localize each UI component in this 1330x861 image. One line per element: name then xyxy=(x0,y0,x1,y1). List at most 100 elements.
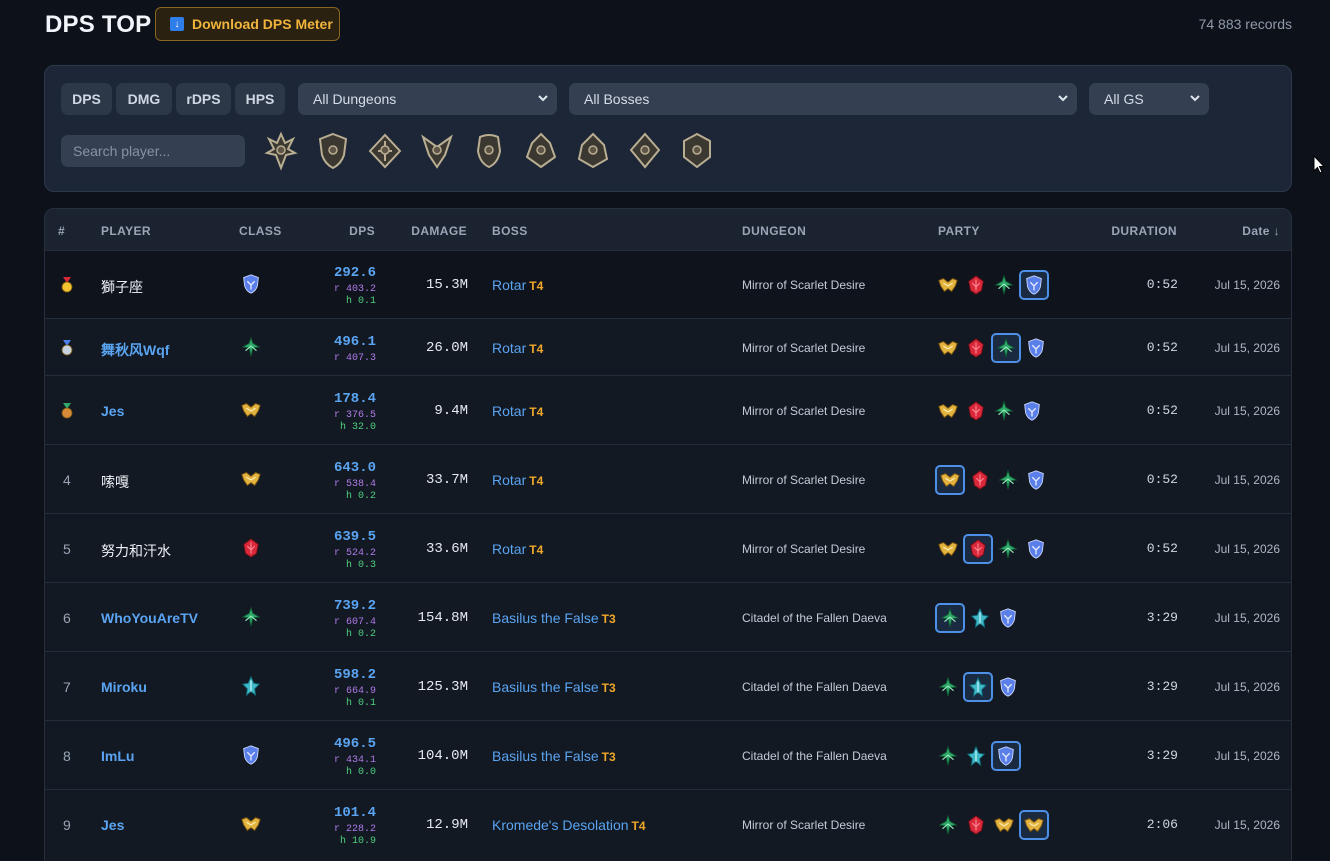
wing-class-icon[interactable] xyxy=(935,272,961,298)
shield-class-icon[interactable] xyxy=(991,740,1021,771)
boss-tier: T4 xyxy=(529,473,544,488)
boss-link[interactable]: Basilus the False T3 xyxy=(492,679,616,695)
spiritmaster-icon[interactable] xyxy=(675,129,719,173)
dungeon-select[interactable]: All Dungeons xyxy=(298,83,557,115)
table-row[interactable]: 8 ImLu 496.5 r 434.1 h 0.0 104.0M Basilus the … xyxy=(45,720,1291,789)
shield-class-icon[interactable] xyxy=(1019,270,1049,300)
crystal-class-icon[interactable] xyxy=(967,605,993,631)
col-dungeon[interactable]: DUNGEON xyxy=(742,224,806,238)
date-value: Jul 15, 2026 xyxy=(1214,340,1280,355)
rdps-value: r 607.4 xyxy=(333,616,376,628)
table-row[interactable]: 獅子座 292.6 r 403.2 h 0.1 15.3M Rotar T4 Mirror o… xyxy=(45,250,1291,318)
table-row[interactable]: 6 WhoYouAreTV 739.2 r 607.4 h 0.2 154.8M Basil… xyxy=(45,582,1291,651)
shield-class-icon[interactable] xyxy=(995,605,1021,631)
table-row[interactable]: 9 Jes 101.4 r 228.2 h 10.9 12.9M Kromede's Des… xyxy=(45,789,1291,858)
boss-name: Rotar xyxy=(492,540,527,557)
tree-class-icon[interactable] xyxy=(991,332,1021,363)
ranger-icon[interactable] xyxy=(363,129,407,173)
boss-link[interactable]: Rotar T4 xyxy=(492,472,543,488)
shield-class-icon[interactable] xyxy=(1023,467,1049,493)
boss-link[interactable]: Basilus the False T3 xyxy=(492,748,616,764)
col-boss[interactable]: BOSS xyxy=(492,224,528,238)
gs-select[interactable]: All GS xyxy=(1089,83,1209,115)
shield-class-icon[interactable] xyxy=(995,674,1021,700)
dps-value: 598.2 xyxy=(333,666,376,683)
tab-dmg[interactable]: DMG xyxy=(116,83,172,115)
tree-class-icon[interactable] xyxy=(995,467,1021,493)
player-name[interactable]: Jes xyxy=(101,403,124,419)
shield-class-icon[interactable] xyxy=(1019,398,1045,424)
col-date[interactable]: Date ↓ xyxy=(1205,224,1280,238)
table-row[interactable]: 舞秋风Wqf 496.1 r 407.3 26.0M Rotar T4 Mirror of … xyxy=(45,318,1291,375)
wing-class-icon[interactable] xyxy=(935,398,961,424)
dungeon-name: Mirror of Scarlet Desire xyxy=(742,403,866,418)
tab-rdps[interactable]: rDPS xyxy=(176,83,231,115)
col-player[interactable]: PLAYER xyxy=(101,224,151,238)
wing-class-icon[interactable] xyxy=(991,812,1017,838)
table-row[interactable]: 4 嗦嘎 643.0 r 538.4 h 0.2 33.7M Rotar T4 Mirror o… xyxy=(45,444,1291,513)
crystal-class-icon[interactable] xyxy=(963,743,989,769)
table-row[interactable]: Jes 178.4 r 376.5 h 32.0 9.4M Rotar T4 Mirror o… xyxy=(45,375,1291,444)
boss-link[interactable]: Rotar T4 xyxy=(492,403,543,419)
shield-class-icon[interactable] xyxy=(1023,536,1049,562)
col-duration[interactable]: DURATION xyxy=(1095,224,1177,238)
tab-hps[interactable]: HPS xyxy=(235,83,285,115)
player-name[interactable]: 獅子座 xyxy=(101,277,143,297)
fist-class-icon[interactable] xyxy=(963,272,989,298)
chanter-icon[interactable] xyxy=(571,129,615,173)
shield-class-icon[interactable] xyxy=(1023,335,1049,361)
gladiator-icon[interactable] xyxy=(259,129,303,173)
player-name[interactable]: WhoYouAreTV xyxy=(101,610,198,626)
player-name[interactable]: ImLu xyxy=(101,748,134,764)
boss-name: Basilus the False xyxy=(492,747,599,764)
wing-class-icon[interactable] xyxy=(935,536,961,562)
boss-link[interactable]: Basilus the False T3 xyxy=(492,610,616,626)
templar-icon[interactable] xyxy=(311,129,355,173)
download-dps-meter-button[interactable]: ↓ Download DPS Meter xyxy=(155,7,340,41)
tree-class-icon[interactable] xyxy=(935,602,965,633)
crystal-class-icon[interactable] xyxy=(963,671,993,702)
tree-class-icon[interactable] xyxy=(935,743,961,769)
fist-class-icon xyxy=(240,537,262,562)
player-name[interactable]: 努力和汗水 xyxy=(101,541,171,561)
boss-tier: T3 xyxy=(601,680,616,695)
wing-class-icon[interactable] xyxy=(935,464,965,495)
col-dps[interactable]: DPS xyxy=(335,224,375,238)
bard-icon[interactable] xyxy=(467,129,511,173)
boss-select[interactable]: All Bosses xyxy=(569,83,1077,115)
fist-class-icon[interactable] xyxy=(963,398,989,424)
player-name[interactable]: Miroku xyxy=(101,679,147,695)
search-player-input[interactable] xyxy=(61,135,245,167)
tab-dps[interactable]: DPS xyxy=(61,83,112,115)
player-name[interactable]: 嗦嘎 xyxy=(101,472,129,492)
boss-link[interactable]: Rotar T4 xyxy=(492,541,543,557)
boss-link[interactable]: Rotar T4 xyxy=(492,340,543,356)
sorcerer-icon[interactable] xyxy=(623,129,667,173)
rdps-value: r 403.2 xyxy=(333,284,376,295)
tree-class-icon[interactable] xyxy=(935,812,961,838)
boss-name: Rotar xyxy=(492,339,527,356)
damage-value: 33.7M xyxy=(425,471,468,488)
fist-class-icon[interactable] xyxy=(963,335,989,361)
boss-link[interactable]: Rotar T4 xyxy=(492,277,543,293)
fist-class-icon[interactable] xyxy=(963,812,989,838)
fist-class-icon[interactable] xyxy=(963,533,993,564)
col-rank[interactable]: # xyxy=(58,224,65,238)
wing-class-icon[interactable] xyxy=(935,335,961,361)
col-party[interactable]: PARTY xyxy=(938,224,980,238)
tree-class-icon[interactable] xyxy=(991,272,1017,298)
assassin-icon[interactable] xyxy=(415,129,459,173)
cleric-icon[interactable] xyxy=(519,129,563,173)
player-name[interactable]: 舞秋风Wqf xyxy=(101,340,169,360)
tree-class-icon[interactable] xyxy=(935,674,961,700)
player-name[interactable]: Jes xyxy=(101,817,124,833)
col-class[interactable]: CLASS xyxy=(239,224,282,238)
fist-class-icon[interactable] xyxy=(967,467,993,493)
col-damage[interactable]: DAMAGE xyxy=(405,224,467,238)
tree-class-icon[interactable] xyxy=(995,536,1021,562)
boss-link[interactable]: Kromede's Desolation T4 xyxy=(492,817,646,833)
tree-class-icon[interactable] xyxy=(991,398,1017,424)
wing-class-icon[interactable] xyxy=(1019,809,1049,840)
table-row[interactable]: 7 Miroku 598.2 r 664.9 h 0.1 125.3M Basilus th… xyxy=(45,651,1291,720)
table-row[interactable]: 5 努力和汗水 639.5 r 524.2 h 0.3 33.6M Rotar T4 Mirro… xyxy=(45,513,1291,582)
